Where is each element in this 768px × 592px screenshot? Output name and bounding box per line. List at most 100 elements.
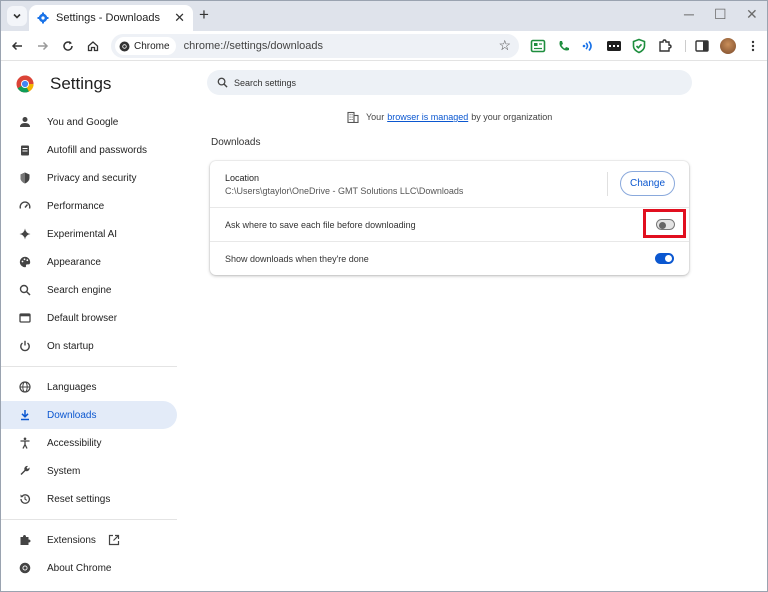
- minimize-icon[interactable]: ─: [684, 6, 694, 22]
- sidebar-item-label: Privacy and security: [47, 172, 137, 184]
- change-location-button[interactable]: Change: [620, 171, 675, 196]
- sidebar-item-label: Performance: [47, 200, 105, 212]
- url-text: chrome://settings/downloads: [183, 40, 323, 52]
- sidebar-item-extensions[interactable]: Extensions: [1, 526, 177, 554]
- reset-history-icon: [18, 492, 32, 506]
- accessibility-icon: [18, 436, 32, 450]
- building-icon: [347, 111, 359, 123]
- sidebar-item-label: Reset settings: [47, 493, 111, 505]
- person-icon: [18, 115, 32, 129]
- close-icon[interactable]: ✕: [174, 10, 185, 26]
- search-icon: [217, 77, 228, 88]
- row-divider: [607, 172, 608, 196]
- sidebar-item-appearance[interactable]: Appearance: [1, 248, 177, 276]
- search-icon: [18, 283, 32, 297]
- speedometer-icon: [18, 199, 32, 213]
- section-title: Downloads: [211, 137, 261, 148]
- chrome-outline-icon: [18, 561, 32, 575]
- sidebar-item-label: Accessibility: [47, 437, 102, 449]
- gear-icon: [37, 12, 49, 24]
- sidebar-item-label: Experimental AI: [47, 228, 118, 240]
- tab-search-button[interactable]: [7, 6, 27, 26]
- maximize-icon[interactable]: ☐: [714, 6, 727, 23]
- shield-extension-icon[interactable]: [631, 38, 647, 54]
- chip-label: Chrome: [134, 40, 170, 52]
- sidebar-item-languages[interactable]: Languages: [1, 373, 177, 401]
- dark-extension-icon[interactable]: [606, 38, 622, 54]
- ask-where-row[interactable]: Ask where to save each file before downl…: [210, 207, 689, 241]
- sidebar-item-default-browser[interactable]: Default browser: [1, 304, 177, 332]
- extension-green-card-icon[interactable]: [530, 38, 546, 54]
- wrench-icon: [18, 464, 32, 478]
- sidebar-item-label: Default browser: [47, 312, 118, 324]
- globe-icon: [18, 380, 32, 394]
- sidebar-divider: [1, 366, 177, 367]
- profile-avatar[interactable]: [720, 38, 736, 54]
- wifi-extension-icon[interactable]: [581, 38, 597, 54]
- location-label: Location: [225, 172, 260, 183]
- toolbar: Chrome chrome://settings/downloads ☆: [1, 31, 767, 61]
- side-panel-icon[interactable]: [694, 38, 710, 54]
- sidebar-item-experimental-ai[interactable]: Experimental AI: [1, 220, 177, 248]
- sidebar-item-performance[interactable]: Performance: [1, 192, 177, 220]
- managed-notice: Your browser is managed by your organiza…: [347, 111, 552, 123]
- sidebar-item-label: Search engine: [47, 284, 112, 296]
- toolbar-divider: [685, 40, 686, 52]
- back-icon[interactable]: [8, 37, 26, 55]
- search-placeholder: Search settings: [234, 77, 297, 88]
- show-downloads-row[interactable]: Show downloads when they're done: [210, 241, 689, 275]
- search-input[interactable]: Search settings: [207, 70, 692, 95]
- reload-icon[interactable]: [59, 37, 77, 55]
- location-row: Location C:\Users\gtaylor\OneDrive - GMT…: [210, 161, 689, 207]
- show-downloads-toggle[interactable]: [655, 253, 674, 264]
- sidebar-item-label: On startup: [47, 340, 94, 352]
- sidebar-item-system[interactable]: System: [1, 457, 177, 485]
- tab-strip: Settings - Downloads ✕ + ─ ☐ ✕: [1, 1, 767, 31]
- sidebar-item-reset[interactable]: Reset settings: [1, 485, 177, 513]
- sidebar-item-label: Extensions: [47, 534, 96, 546]
- bookmark-star-icon[interactable]: ☆: [498, 37, 511, 54]
- home-icon[interactable]: [84, 37, 102, 55]
- sidebar-item-you-and-google[interactable]: You and Google: [1, 108, 177, 136]
- page-title: Settings: [50, 74, 112, 93]
- show-downloads-label: Show downloads when they're done: [225, 253, 369, 264]
- shield-icon: [18, 171, 32, 185]
- sparkle-icon: [18, 227, 32, 241]
- sidebar-item-label: Languages: [47, 381, 97, 393]
- new-tab-button[interactable]: +: [199, 5, 209, 25]
- palette-icon: [18, 255, 32, 269]
- sidebar-item-downloads[interactable]: Downloads: [1, 401, 177, 429]
- sidebar-item-about[interactable]: About Chrome: [1, 554, 177, 582]
- sidebar-item-autofill[interactable]: Autofill and passwords: [1, 136, 177, 164]
- chrome-logo-icon: [16, 75, 34, 93]
- sidebar-item-label: Autofill and passwords: [47, 144, 148, 156]
- settings-header: Settings: [16, 74, 111, 94]
- browser-managed-link[interactable]: browser is managed: [387, 112, 468, 122]
- more-menu-icon[interactable]: [744, 37, 762, 55]
- tab-settings[interactable]: Settings - Downloads ✕: [29, 5, 193, 31]
- downloads-settings-card: Location C:\Users\gtaylor\OneDrive - GMT…: [210, 161, 689, 275]
- sidebar-item-privacy[interactable]: Privacy and security: [1, 164, 177, 192]
- highlight-box: [643, 209, 686, 238]
- managed-suffix: by your organization: [471, 112, 553, 122]
- puzzle-extensions-icon[interactable]: [657, 38, 673, 54]
- address-bar[interactable]: Chrome chrome://settings/downloads ☆: [111, 34, 519, 58]
- phone-extension-icon[interactable]: [556, 38, 572, 54]
- sidebar-item-label: Downloads: [47, 409, 97, 421]
- window-close-icon[interactable]: ✕: [746, 6, 758, 23]
- sidebar-item-search-engine[interactable]: Search engine: [1, 276, 177, 304]
- sidebar-item-label: System: [47, 465, 81, 477]
- forward-icon[interactable]: [34, 37, 52, 55]
- power-icon: [18, 339, 32, 353]
- location-path: C:\Users\gtaylor\OneDrive - GMT Solution…: [225, 185, 464, 196]
- sidebar-item-label: Appearance: [47, 256, 101, 268]
- chrome-icon: [119, 41, 130, 51]
- browser-window-icon: [18, 311, 32, 325]
- sidebar-divider: [1, 519, 177, 520]
- site-info-chip[interactable]: Chrome: [115, 37, 176, 55]
- sidebar-item-on-startup[interactable]: On startup: [1, 332, 177, 360]
- sidebar-item-accessibility[interactable]: Accessibility: [1, 429, 177, 457]
- sidebar-item-label: You and Google: [47, 116, 119, 128]
- ask-where-label: Ask where to save each file before downl…: [225, 219, 416, 230]
- sidebar-nav: You and Google Autofill and passwords Pr…: [1, 108, 177, 582]
